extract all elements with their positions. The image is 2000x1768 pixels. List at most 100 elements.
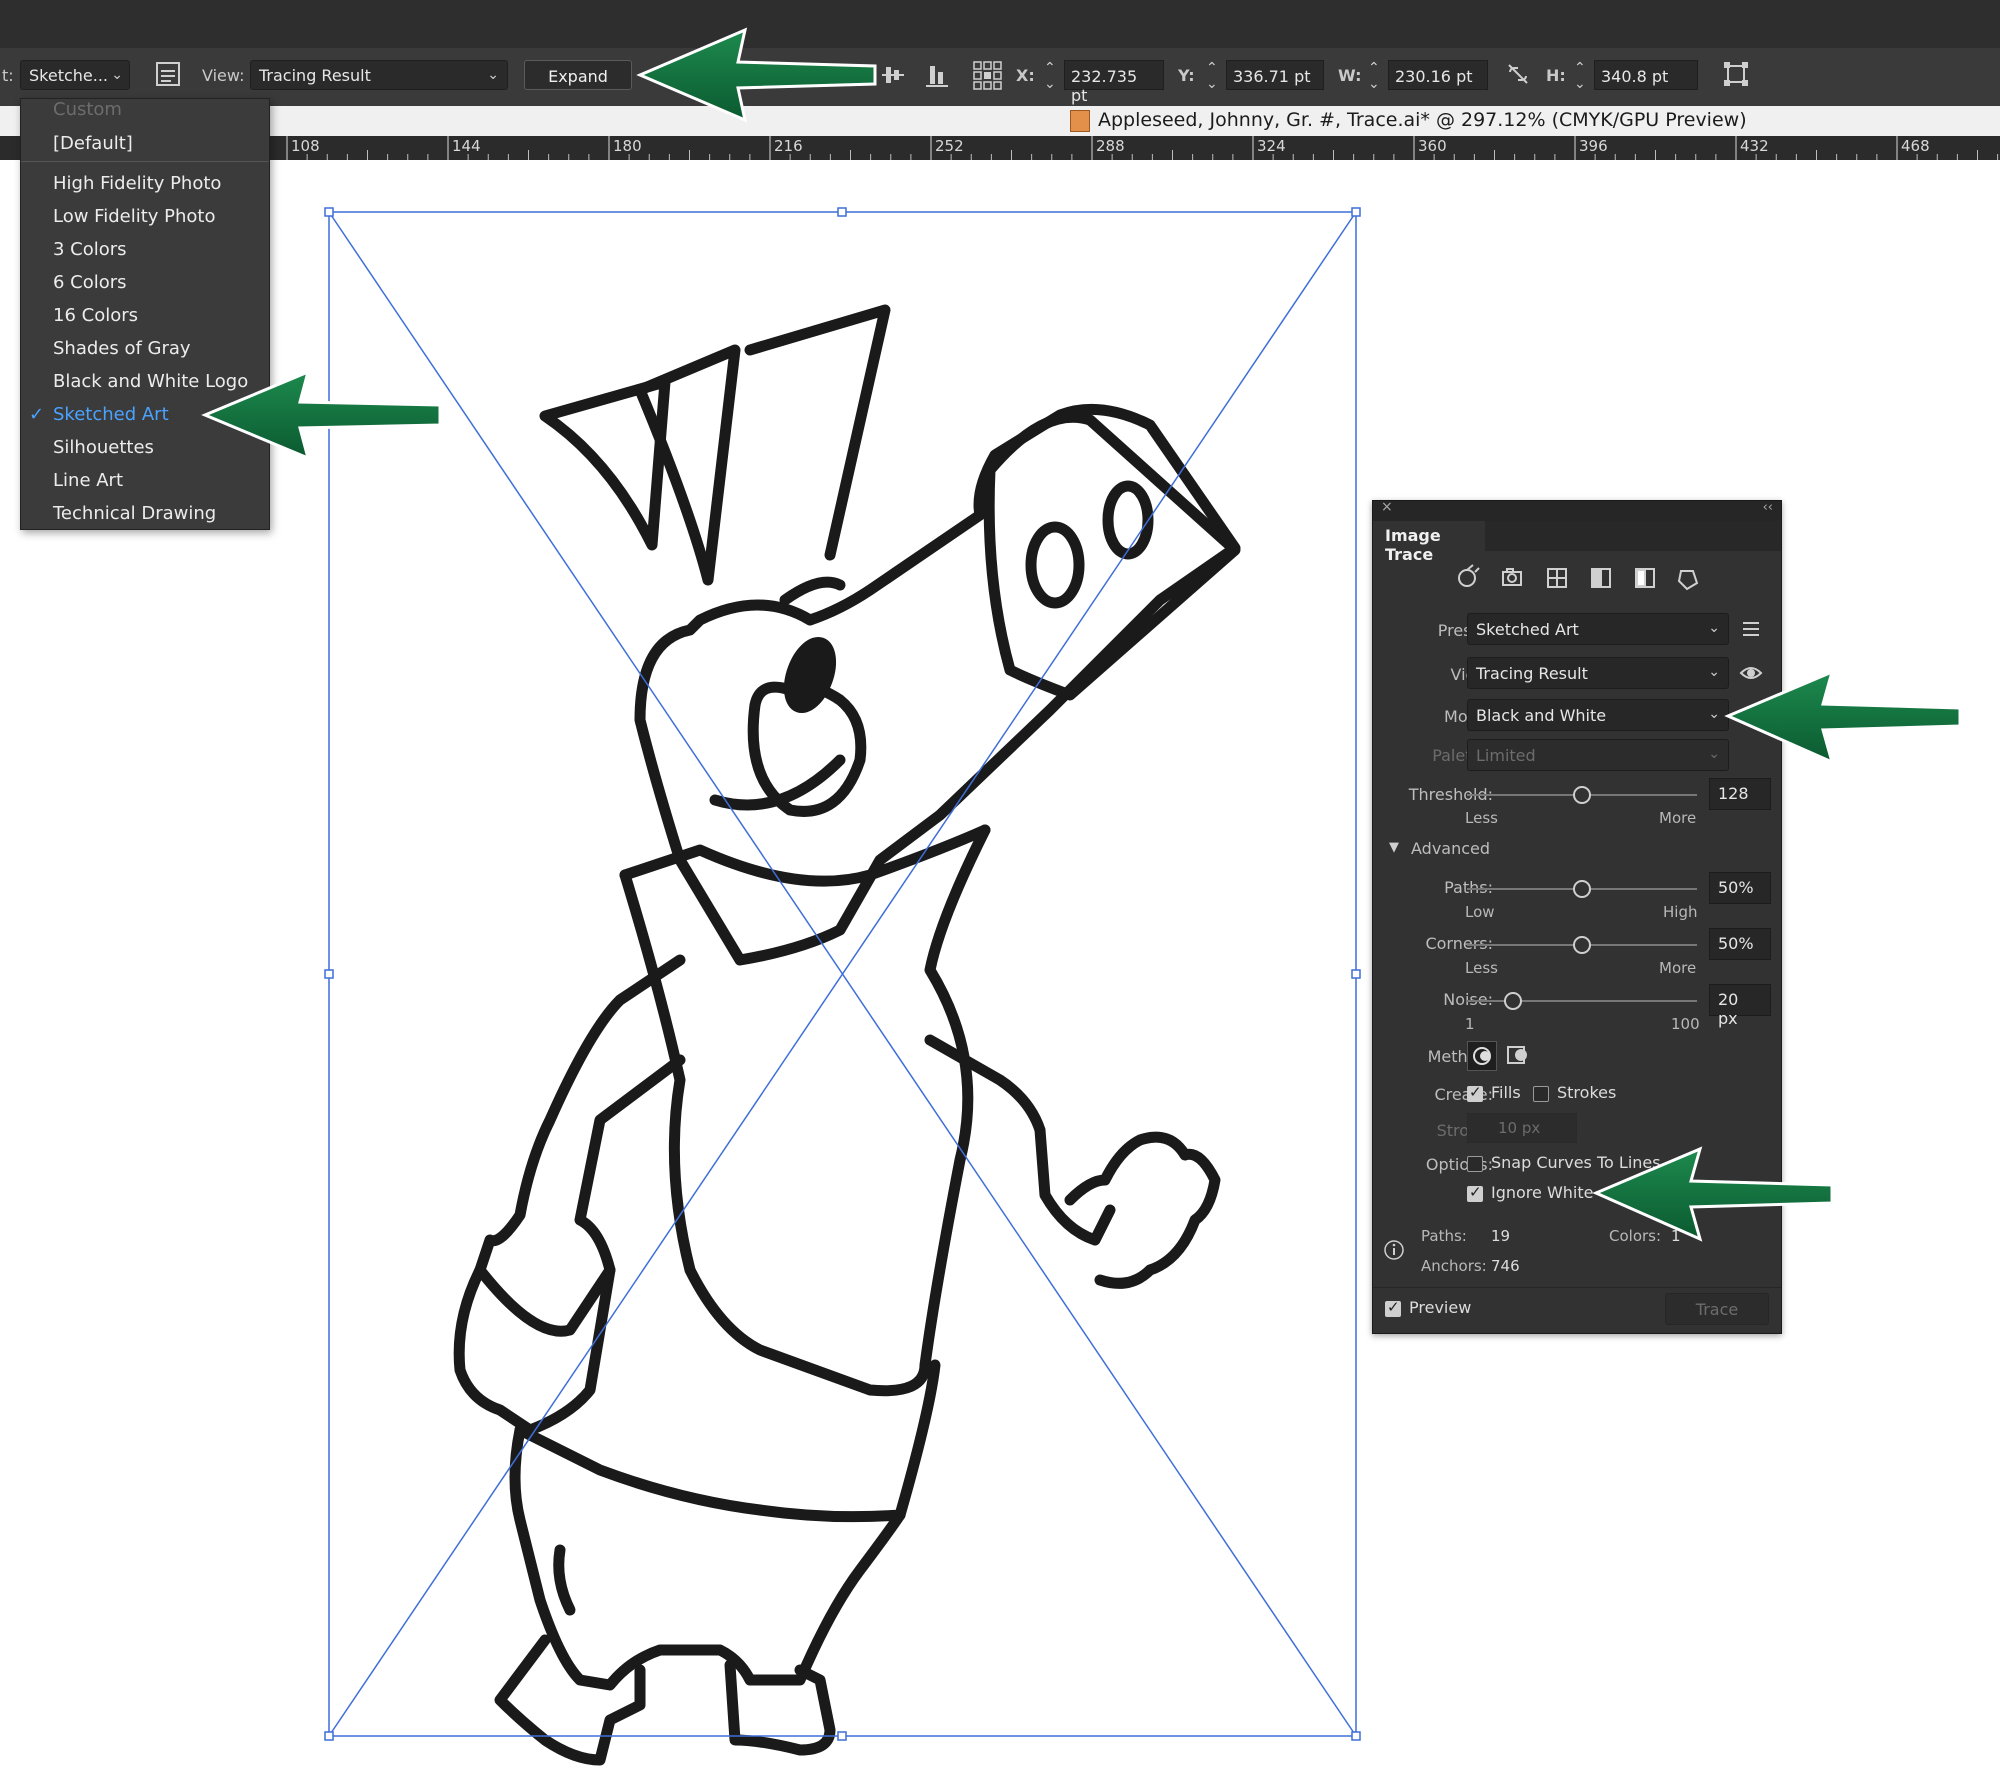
preset-select-value: Sketched Art bbox=[1476, 620, 1579, 639]
brow bbox=[779, 576, 846, 606]
h-stepper-icon[interactable]: ⌃ ⌄ bbox=[1574, 60, 1586, 92]
chevron-down-icon: ⌄ bbox=[1708, 706, 1720, 722]
x-stepper-icon[interactable]: ⌃ ⌄ bbox=[1044, 60, 1056, 92]
trace-button: Trace bbox=[1665, 1293, 1769, 1325]
x-field[interactable]: 232.735 pt bbox=[1064, 60, 1164, 105]
chevron-down-icon: ⌄ bbox=[111, 67, 123, 83]
align-bottom-icon[interactable] bbox=[924, 62, 950, 88]
threshold-field[interactable]: 128 bbox=[1709, 778, 1771, 810]
strokes-label: Strokes bbox=[1557, 1083, 1617, 1102]
preset-menu-icon[interactable] bbox=[1739, 617, 1763, 641]
black-and-white-icon[interactable] bbox=[1635, 568, 1655, 588]
noise-slider-track[interactable] bbox=[1467, 1000, 1697, 1002]
eye-icon[interactable] bbox=[1739, 661, 1763, 685]
constrain-proportions-icon[interactable] bbox=[1506, 62, 1530, 86]
paths-field[interactable]: 50% bbox=[1709, 872, 1771, 904]
menu-item-low-fidelity-photo[interactable]: Low Fidelity Photo bbox=[53, 206, 216, 227]
chevron-down-icon: ⌄ bbox=[1708, 620, 1720, 636]
auto-color-icon[interactable] bbox=[1458, 564, 1480, 587]
preset-select[interactable]: Sketched Art ⌄ bbox=[1467, 613, 1729, 645]
outline-icon[interactable] bbox=[1677, 570, 1699, 591]
menu-item-line-art[interactable]: Line Art bbox=[53, 470, 123, 491]
menu-item-shades-of-gray[interactable]: Shades of Gray bbox=[53, 338, 191, 359]
threshold-min-label: Less bbox=[1465, 809, 1498, 827]
document-title[interactable]: Appleseed, Johnny, Gr. #, Trace.ai* @ 29… bbox=[1098, 109, 1747, 131]
strokes-checkbox[interactable] bbox=[1533, 1086, 1549, 1102]
snap-curves-checkbox[interactable] bbox=[1467, 1156, 1483, 1172]
preset-dropdown[interactable]: Sketche... ⌄ bbox=[20, 60, 130, 90]
right-ear-outer bbox=[744, 304, 891, 561]
method-overlapping-icon[interactable] bbox=[1503, 1041, 1533, 1071]
menu-item-custom: Custom bbox=[53, 99, 122, 120]
menu-item-3-colors[interactable]: 3 Colors bbox=[53, 239, 127, 260]
w-label: W: bbox=[1338, 66, 1362, 85]
menu-item-6-colors[interactable]: 6 Colors bbox=[53, 272, 127, 293]
menu-item-default[interactable]: [Default] bbox=[53, 133, 133, 154]
align-vertical-center-icon[interactable] bbox=[880, 62, 906, 88]
noise-slider-knob[interactable] bbox=[1504, 992, 1522, 1010]
h-label: H: bbox=[1546, 66, 1566, 85]
right-hand bbox=[1064, 1131, 1221, 1289]
expand-button[interactable]: Expand bbox=[524, 60, 632, 90]
advanced-disclosure[interactable]: ▼ Advanced bbox=[1389, 839, 1549, 861]
w-field[interactable]: 230.16 pt bbox=[1388, 60, 1488, 90]
menu-divider bbox=[21, 161, 269, 162]
ruler-tick-label: 288 bbox=[1096, 137, 1125, 155]
low-color-icon[interactable] bbox=[1547, 568, 1567, 588]
snap-curves-label: Snap Curves To Lines bbox=[1491, 1153, 1661, 1172]
view-dropdown[interactable]: Tracing Result ⌄ bbox=[250, 60, 508, 90]
selection-bounding-box[interactable] bbox=[328, 211, 1357, 1737]
menu-item-black-and-white-logo[interactable]: Black and White Logo bbox=[53, 371, 248, 392]
preset-prefix-label: t: bbox=[2, 66, 14, 85]
noise-field[interactable]: 20 px bbox=[1709, 984, 1771, 1028]
transform-icon[interactable] bbox=[1722, 60, 1750, 88]
legs bbox=[509, 1424, 906, 1691]
menu-item-sketched-art[interactable]: Sketched Art bbox=[53, 404, 169, 425]
preset-icon-row bbox=[1458, 564, 1699, 591]
menu-item-high-fidelity-photo[interactable]: High Fidelity Photo bbox=[53, 173, 221, 194]
left-hand bbox=[453, 1264, 616, 1436]
y-field[interactable]: 336.71 pt bbox=[1226, 60, 1324, 90]
menu-item-silhouettes[interactable]: Silhouettes bbox=[53, 437, 154, 458]
menu-item-technical-drawing[interactable]: Technical Drawing bbox=[53, 503, 216, 524]
panel-tab-image-trace[interactable]: Image Trace bbox=[1373, 521, 1485, 564]
y-label: Y: bbox=[1178, 66, 1195, 85]
corners-slider-knob[interactable] bbox=[1573, 936, 1591, 954]
corners-field[interactable]: 50% bbox=[1709, 928, 1771, 960]
stats-paths-label: Paths: bbox=[1421, 1227, 1467, 1245]
fills-checkbox[interactable] bbox=[1467, 1083, 1483, 1102]
menu-item-16-colors[interactable]: 16 Colors bbox=[53, 305, 138, 326]
tail bbox=[553, 1544, 576, 1616]
method-abutting-icon[interactable] bbox=[1467, 1041, 1497, 1071]
traced-character-artwork[interactable] bbox=[453, 304, 1241, 1766]
w-stepper-icon[interactable]: ⌃ ⌄ bbox=[1368, 60, 1380, 92]
info-icon bbox=[1383, 1239, 1405, 1261]
chevron-down-icon: ⌄ bbox=[1708, 746, 1720, 762]
reference-point-icon[interactable] bbox=[972, 60, 1002, 90]
app-top-strip bbox=[0, 0, 2000, 49]
ruler-tick-label: 108 bbox=[291, 137, 320, 155]
y-stepper-icon[interactable]: ⌃ ⌄ bbox=[1206, 60, 1218, 92]
image-trace-panel: × ‹‹ Image Trace Preset: Sketched Art ⌄ … bbox=[1372, 499, 1782, 1334]
preset-dropdown-value: Sketche... bbox=[29, 66, 109, 85]
high-color-icon[interactable] bbox=[1502, 568, 1522, 586]
stroke-field: 10 px bbox=[1467, 1113, 1577, 1143]
mode-select[interactable]: Black and White ⌄ bbox=[1467, 699, 1729, 731]
noise-min-label: 1 bbox=[1465, 1015, 1475, 1033]
view-select[interactable]: Tracing Result ⌄ bbox=[1467, 657, 1729, 689]
grayscale-icon[interactable] bbox=[1591, 568, 1611, 588]
disclosure-triangle-icon: ▼ bbox=[1389, 840, 1399, 855]
horizontal-ruler[interactable]: 108 144 180 216 252 288 324 360 396 432 468 bbox=[0, 136, 2000, 160]
ignore-white-checkbox[interactable] bbox=[1467, 1183, 1483, 1202]
paths-slider-knob[interactable] bbox=[1573, 880, 1591, 898]
h-field[interactable]: 340.8 pt bbox=[1594, 60, 1698, 90]
ruler-ticks: 108 144 180 216 252 288 324 360 396 432 468 bbox=[286, 136, 1999, 160]
preview-checkbox[interactable] bbox=[1385, 1298, 1401, 1317]
preset-manager-icon[interactable] bbox=[156, 62, 180, 86]
paths-min-label: Low bbox=[1465, 903, 1495, 921]
collapse-icon[interactable]: ‹‹ bbox=[1763, 500, 1773, 515]
threshold-slider-knob[interactable] bbox=[1573, 786, 1591, 804]
stats-colors-value: 1 bbox=[1671, 1227, 1681, 1245]
close-icon[interactable]: × bbox=[1381, 499, 1393, 515]
checkmark-icon: ✓ bbox=[29, 404, 45, 425]
